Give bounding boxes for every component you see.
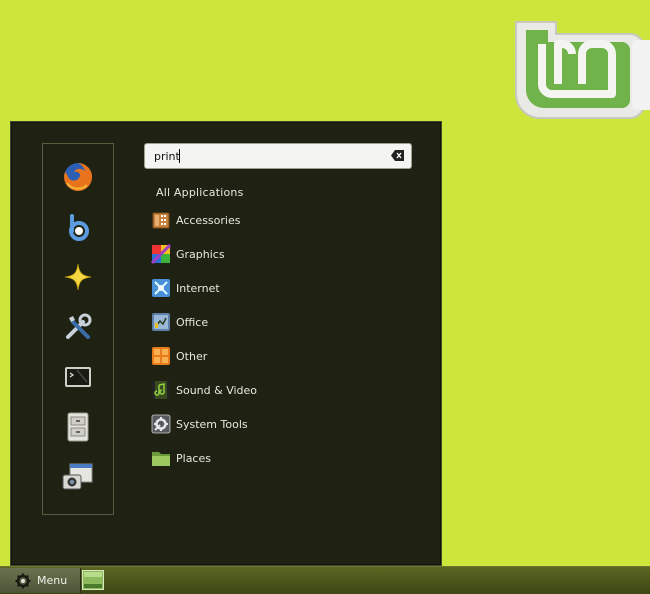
category-system-tools[interactable]: System Tools <box>151 413 351 435</box>
graphics-icon <box>151 244 171 264</box>
favorite-drawers[interactable] <box>61 410 95 444</box>
office-icon <box>151 312 171 332</box>
category-label: System Tools <box>176 417 248 431</box>
category-office[interactable]: Office <box>151 311 351 333</box>
show-desktop-icon <box>82 570 104 590</box>
gear-icon <box>15 573 31 588</box>
search-input[interactable] <box>144 143 412 169</box>
favorite-tools[interactable] <box>61 310 95 344</box>
places-folder-icon <box>151 448 171 468</box>
favorite-banshee[interactable] <box>61 210 95 244</box>
bottom-panel: Menu <box>0 566 650 594</box>
category-label: Accessories <box>176 213 241 227</box>
application-menu: All Applications Accessories Graphics <box>10 121 442 566</box>
category-graphics[interactable]: Graphics <box>151 243 351 265</box>
all-applications-category[interactable]: All Applications <box>156 186 244 199</box>
category-places[interactable]: Places <box>151 447 351 469</box>
category-sound-video[interactable]: Sound & Video <box>151 379 351 401</box>
accessories-icon <box>151 210 171 230</box>
sound-video-icon <box>151 380 171 400</box>
terminal-icon <box>65 367 91 387</box>
star-icon <box>64 263 92 291</box>
tools-icon <box>66 313 92 339</box>
menu-label: Menu <box>37 574 68 587</box>
banshee-icon <box>69 214 89 241</box>
screenshot-icon <box>62 463 93 490</box>
mint-logo <box>512 14 650 120</box>
logo-letter-fragment <box>632 40 650 110</box>
favorite-star[interactable] <box>61 260 95 294</box>
category-label: Places <box>176 451 211 465</box>
category-label: Other <box>176 349 208 363</box>
internet-icon <box>151 278 171 298</box>
category-accessories[interactable]: Accessories <box>151 209 351 231</box>
text-cursor <box>179 149 180 163</box>
category-internet[interactable]: Internet <box>151 277 351 299</box>
menu-button[interactable]: Menu <box>0 568 81 593</box>
show-desktop-button[interactable] <box>82 570 104 590</box>
favorite-screenshot[interactable] <box>61 460 95 494</box>
clear-icon <box>391 150 404 161</box>
firefox-icon <box>64 162 93 191</box>
clear-search-button[interactable] <box>391 150 404 161</box>
category-other[interactable]: Other <box>151 345 351 367</box>
category-label: Sound & Video <box>176 383 258 397</box>
category-label: Internet <box>176 281 220 295</box>
category-label: Office <box>176 315 209 329</box>
favorite-firefox[interactable] <box>61 160 95 194</box>
other-icon <box>151 346 171 366</box>
system-tools-icon <box>151 414 171 434</box>
drawers-icon <box>67 412 89 442</box>
category-label: Graphics <box>176 247 225 261</box>
favorites-panel <box>42 143 114 515</box>
favorite-terminal[interactable] <box>61 360 95 394</box>
